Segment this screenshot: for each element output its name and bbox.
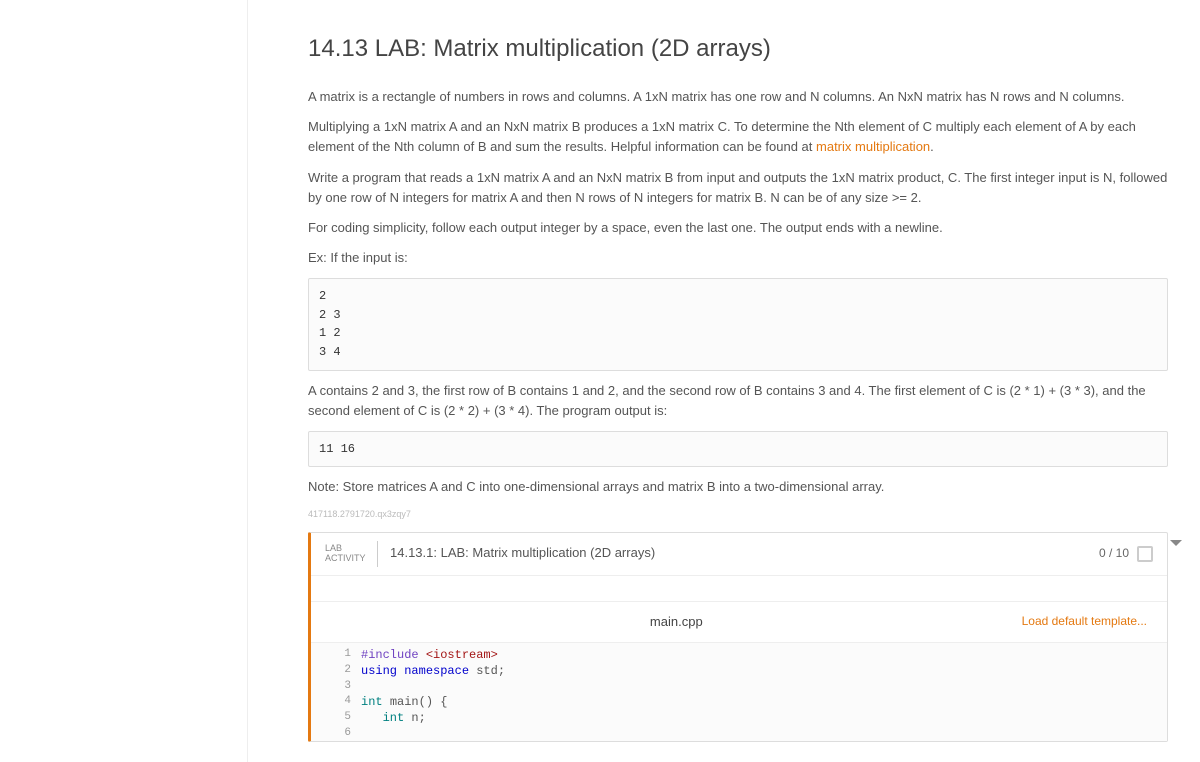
note-paragraph: Note: Store matrices A and C into one-di… [308, 477, 1168, 497]
activity-header: LAB ACTIVITY 14.13.1: LAB: Matrix multip… [311, 533, 1167, 576]
example-output-box: 11 16 [308, 431, 1168, 468]
line-number: 1 [311, 647, 361, 663]
activity-score: 0 / 10 [1099, 544, 1129, 563]
page-title: 14.13 LAB: Matrix multiplication (2D arr… [308, 30, 1168, 67]
line-number: 4 [311, 694, 361, 710]
score-checkbox-icon [1137, 546, 1153, 562]
line-number: 3 [311, 679, 361, 694]
intro-paragraph-1: A matrix is a rectangle of numbers in ro… [308, 87, 1168, 107]
token-include: <iostream> [426, 648, 498, 662]
activity-label: LAB ACTIVITY [325, 544, 373, 563]
code-line: 6 [311, 726, 1167, 741]
code-line: 4 int main() { [311, 694, 1167, 710]
line-number: 2 [311, 663, 361, 679]
code-line: 1 #include <iostream> [311, 647, 1167, 663]
token-keyword: namespace [404, 664, 476, 678]
token-plain: n; [411, 711, 425, 725]
example-input-box: 2 2 3 1 2 3 4 [308, 278, 1168, 370]
intro-paragraph-5: Ex: If the input is: [308, 248, 1168, 268]
token-type: int [361, 711, 411, 725]
activity-label-bottom: ACTIVITY [325, 554, 373, 563]
line-number: 6 [311, 726, 361, 741]
token-plain: std; [476, 664, 505, 678]
token-plain: main() { [390, 695, 448, 709]
token-preproc: #include [361, 648, 426, 662]
intro-paragraph-3: Write a program that reads a 1xN matrix … [308, 168, 1168, 208]
token-keyword: using [361, 664, 404, 678]
explanation-paragraph: A contains 2 and 3, the first row of B c… [308, 381, 1168, 421]
p2-text-b: . [930, 139, 934, 154]
lab-activity-card: LAB ACTIVITY 14.13.1: LAB: Matrix multip… [308, 532, 1168, 743]
main-content: 14.13 LAB: Matrix multiplication (2D arr… [288, 0, 1188, 762]
hash-text: 417118.2791720.qx3zqy7 [308, 508, 1168, 522]
intro-paragraph-4: For coding simplicity, follow each outpu… [308, 218, 1168, 238]
p2-text-a: Multiplying a 1xN matrix A and an NxN ma… [308, 119, 1136, 154]
code-line: 2 using namespace std; [311, 663, 1167, 679]
activity-title: 14.13.1: LAB: Matrix multiplication (2D … [390, 543, 1099, 563]
code-editor[interactable]: 1 #include <iostream> 2 using namespace … [311, 642, 1167, 741]
intro-paragraph-2: Multiplying a 1xN matrix A and an NxN ma… [308, 117, 1168, 157]
token-type: int [361, 695, 390, 709]
editor-toolbar: main.cpp Load default template... [311, 601, 1167, 642]
load-default-template-link[interactable]: Load default template... [1022, 612, 1147, 631]
scroll-down-icon[interactable] [1170, 540, 1182, 546]
activity-label-top: LAB [325, 544, 373, 553]
activity-divider [377, 541, 378, 567]
matrix-multiplication-link[interactable]: matrix multiplication [816, 139, 930, 154]
editor-filename: main.cpp [650, 612, 703, 632]
line-number: 5 [311, 710, 361, 726]
code-line: 3 [311, 679, 1167, 694]
code-line: 5 int n; [311, 710, 1167, 726]
